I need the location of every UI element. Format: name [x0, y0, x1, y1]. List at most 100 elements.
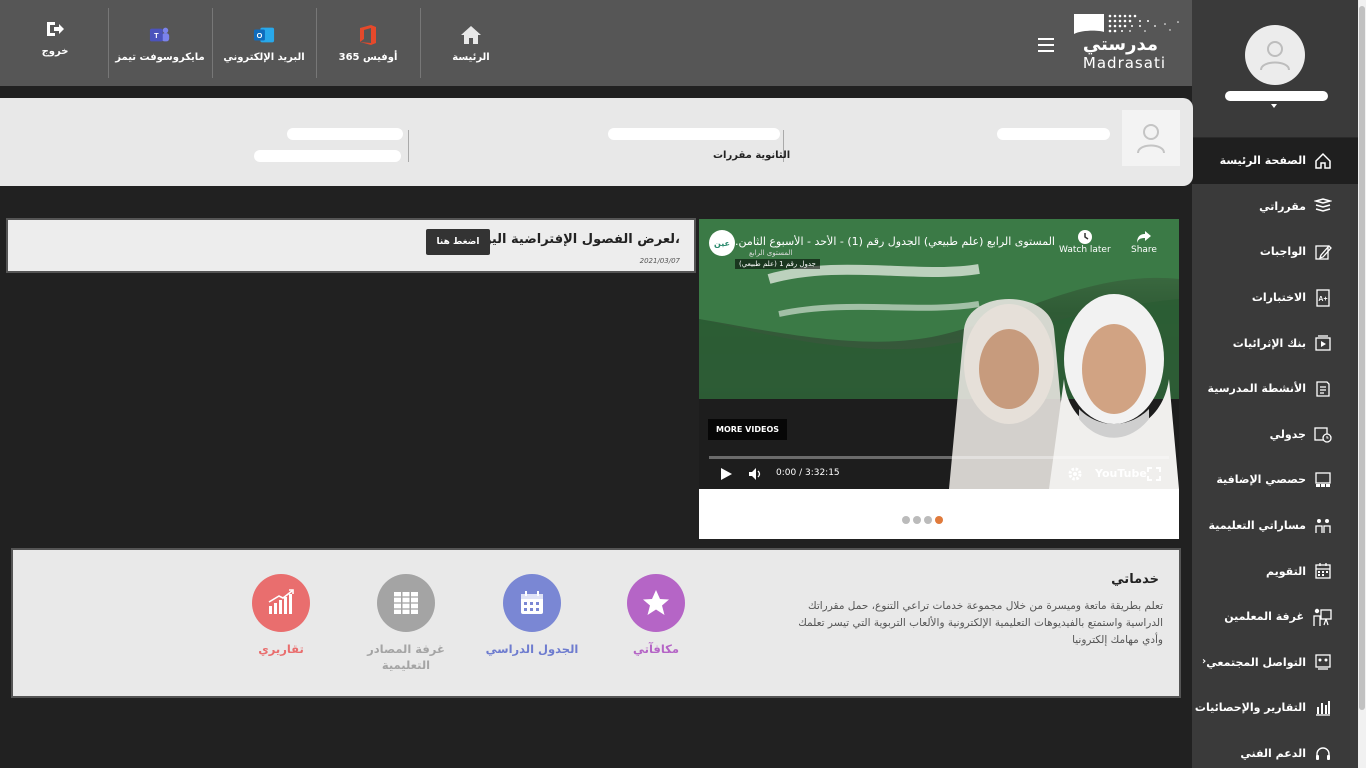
video-title[interactable]: المستوى الرابع (علم طبيعي) الجدول رقم (1… [735, 235, 1055, 248]
sidebar-item-label: بنك الإثرائيات [1232, 336, 1306, 350]
sidebar-item-calendar[interactable]: التقويم [1192, 548, 1358, 594]
logout-label: خروج [41, 45, 69, 57]
slider-dot[interactable] [902, 516, 910, 524]
youtube-logo[interactable]: YouTube [1095, 467, 1147, 480]
madrasati-logo[interactable]: مدرستي Madrasati [1070, 8, 1188, 74]
student-name-redacted [997, 128, 1110, 140]
divider [212, 8, 213, 78]
reports-icon [1316, 700, 1330, 716]
announcement-card: لعرض الفصول الإفتراضية اليومية، اضغط هنا… [6, 218, 696, 273]
paths-icon [1315, 518, 1331, 533]
sidebar-item-enrichment-bank[interactable]: بنك الإثرائيات [1192, 320, 1358, 366]
sidebar-item-courses[interactable]: مقرراتي [1192, 184, 1358, 230]
divider [420, 8, 421, 78]
logo-text: مدرستي [1082, 34, 1158, 55]
avatar[interactable] [1245, 25, 1305, 85]
hamburger-icon [1038, 38, 1054, 40]
service-class-schedule[interactable]: الجدول الدراسي [477, 574, 587, 657]
video-overlay-text: (علم طبيعي) جدول رقم 1 [735, 259, 820, 269]
service-learning-resources-room[interactable]: غرفة المصادر التعليمية [351, 574, 461, 673]
watch-later-label: Watch later [1059, 245, 1111, 255]
slider-dot[interactable] [913, 516, 921, 524]
slider-dot[interactable] [924, 516, 932, 524]
books-icon [1314, 198, 1332, 213]
share-label: Share [1131, 245, 1157, 255]
svg-text:O: O [257, 31, 263, 40]
sidebar-item-exams[interactable]: الاختبارات A+ [1192, 275, 1358, 321]
sidebar-item-label: التقارير والإحصائيات [1194, 701, 1306, 715]
svg-text:T: T [154, 31, 159, 40]
chevron-right-icon[interactable]: › [1202, 656, 1206, 667]
office365-button[interactable]: أوفيس 365 [318, 8, 418, 78]
home-label: الرئيسة [452, 51, 490, 63]
play-icon[interactable] [719, 467, 733, 481]
profile-card: الثانوية مقررات [0, 98, 1193, 186]
sidebar-item-assignments[interactable]: الواجبات [1192, 229, 1358, 275]
sidebar-item-school-activities[interactable]: الأنشطة المدرسية [1192, 366, 1358, 412]
menu-toggle-button[interactable] [1038, 38, 1054, 52]
more-videos-button[interactable]: MORE VIDEOS [708, 419, 788, 440]
sidebar-item-label: التواصل المجتمعي [1206, 655, 1306, 669]
settings-gear-icon[interactable] [1068, 467, 1082, 481]
class-info-redacted [254, 150, 401, 162]
user-icon [1137, 124, 1165, 154]
chevron-down-icon[interactable] [1271, 104, 1277, 108]
svg-text:A+: A+ [1318, 296, 1327, 303]
top-bar: الرئيسة أوفيس 365 O البريد الإلكتروني T … [0, 0, 1192, 86]
sidebar-item-learning-paths[interactable]: مساراتي التعليمية [1192, 503, 1358, 549]
office365-icon [357, 24, 379, 46]
video-bank-icon [1315, 335, 1331, 351]
home-icon [1315, 152, 1331, 169]
sidebar-item-my-schedule[interactable]: جدولي [1192, 412, 1358, 458]
sidebar-item-reports[interactable]: التقارير والإحصائيات [1192, 685, 1358, 731]
sidebar-item-tech-support[interactable]: الدعم الفني [1192, 731, 1358, 768]
share-icon [1136, 231, 1151, 243]
volume-icon[interactable] [748, 467, 764, 481]
service-icon-circle [503, 574, 561, 632]
sidebar: الصفحة الرئيسة مقرراتي الواجبات الاختبار… [1192, 0, 1358, 768]
slider-dot-active[interactable] [935, 516, 943, 524]
sidebar-item-label: جدولي [1269, 427, 1306, 441]
user-icon [1260, 41, 1290, 71]
sidebar-item-community[interactable]: › التواصل المجتمعي [1192, 640, 1358, 686]
page-scrollbar-thumb[interactable] [1359, 6, 1365, 710]
youtube-player[interactable]: عين المستوى الرابع (علم طبيعي) الجدول رق… [699, 219, 1179, 489]
channel-avatar[interactable]: عين [709, 230, 735, 256]
logo-latin-text: Madrasati [1082, 54, 1166, 72]
service-label: غرفة المصادر التعليمية [367, 642, 445, 672]
sidebar-item-label: التقويم [1266, 564, 1306, 578]
logout-button[interactable]: خروج [10, 2, 100, 72]
teams-icon: T [149, 24, 171, 46]
class-info-redacted [287, 128, 403, 140]
watch-later-button[interactable]: Watch later [1059, 229, 1111, 255]
services-description: تعلم بطريقة ماتعة وميسرة من خلال مجموعة … [798, 600, 1163, 646]
service-my-reports[interactable]: تقاريري [226, 574, 336, 657]
bookshelf-icon [394, 592, 418, 614]
outlook-label: البريد الإلكتروني [223, 51, 305, 63]
teacher-icon [1313, 608, 1332, 626]
share-button[interactable]: Share [1131, 229, 1157, 255]
divider [108, 8, 109, 78]
edit-icon [1315, 245, 1332, 260]
sidebar-profile [1192, 0, 1358, 138]
sidebar-item-label: الصفحة الرئيسة [1219, 154, 1306, 168]
service-label: تقاريري [258, 642, 304, 656]
announcement-title: لعرض الفصول الإفتراضية اليومية، [462, 232, 680, 247]
calendar-icon [1315, 563, 1331, 579]
click-here-button[interactable]: اضغط هنا [426, 229, 490, 255]
services-title: خدماتي [1111, 572, 1159, 587]
sidebar-item-label: الواجبات [1259, 245, 1306, 259]
sidebar-item-home[interactable]: الصفحة الرئيسة [1192, 138, 1358, 184]
outlook-button[interactable]: O البريد الإلكتروني [214, 8, 314, 78]
home-button[interactable]: الرئيسة [423, 8, 519, 78]
sidebar-item-extra-classes[interactable]: حصصي الإضافية [1192, 457, 1358, 503]
home-icon [460, 24, 482, 46]
service-rewards[interactable]: مكافآتي [601, 574, 711, 657]
video-overlay-text: المستوى الرابع [749, 249, 793, 257]
support-icon [1316, 746, 1330, 760]
calendar-icon [521, 591, 543, 614]
fullscreen-icon[interactable] [1147, 467, 1161, 481]
teams-button[interactable]: T مايكروسوفت تيمز [110, 8, 210, 78]
sidebar-item-teachers-room[interactable]: غرفة المعلمين [1192, 594, 1358, 640]
video-slider: عين المستوى الرابع (علم طبيعي) الجدول رق… [699, 219, 1179, 539]
